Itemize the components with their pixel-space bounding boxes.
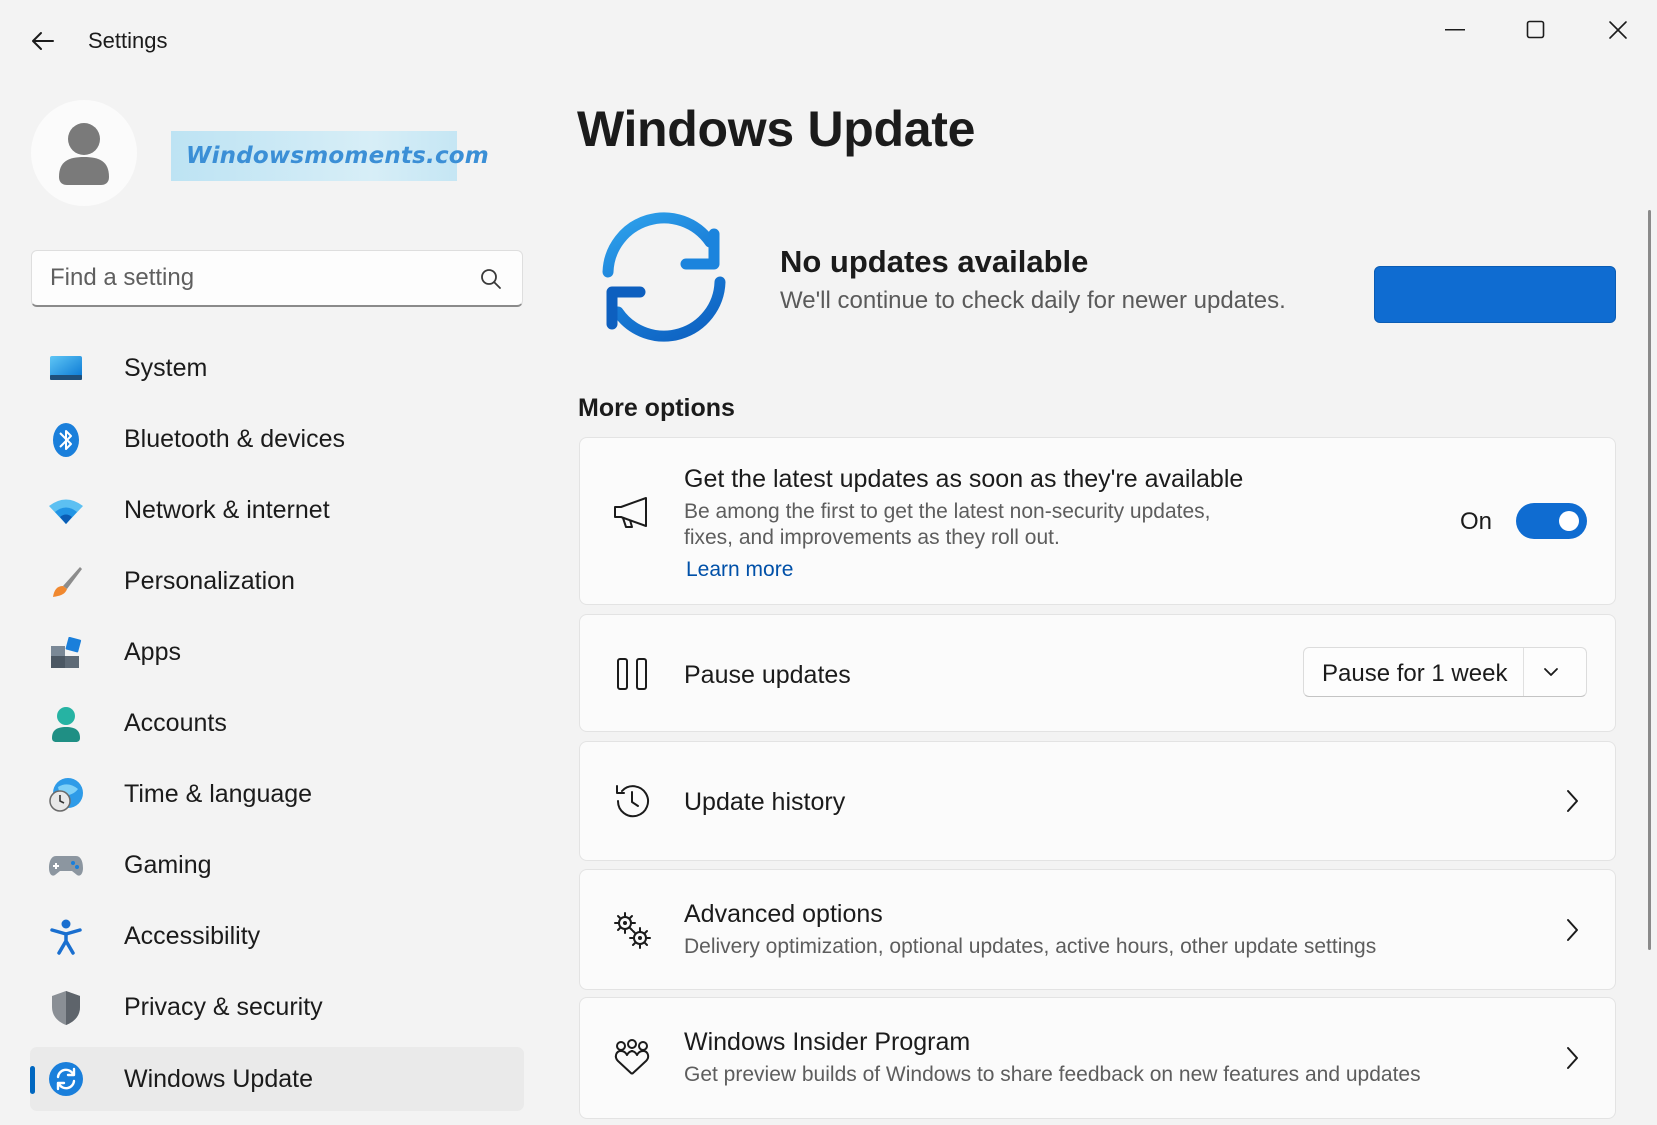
user-silhouette-icon	[59, 123, 109, 185]
latest-updates-desc-line2: fixes, and improvements as they roll out…	[684, 526, 1060, 549]
wifi-icon	[48, 493, 84, 529]
sidebar-item-label: Gaming	[124, 851, 212, 879]
pause-duration-value: Pause for 1 week	[1322, 660, 1508, 687]
sidebar-item-windows-update[interactable]: Windows Update	[30, 1047, 524, 1111]
sidebar-item-label: Windows Update	[124, 1064, 313, 1093]
latest-updates-toggle[interactable]	[1516, 503, 1587, 539]
update-status-sync-icon	[594, 212, 734, 347]
latest-updates-card: Get the latest updates as soon as they'r…	[579, 437, 1616, 605]
app-title: Settings	[88, 28, 168, 53]
chevron-down-icon[interactable]	[1540, 661, 1562, 688]
close-icon	[1609, 21, 1627, 39]
gamepad-icon	[48, 848, 84, 884]
page-title: Windows Update	[577, 101, 976, 157]
advanced-options-card[interactable]: Advanced options Delivery optimization, …	[579, 869, 1616, 990]
sidebar-item-bluetooth[interactable]: Bluetooth & devices	[30, 404, 524, 475]
search-input[interactable]	[50, 264, 470, 292]
sidebar-item-label: Personalization	[124, 567, 295, 595]
sidebar-item-personalization[interactable]: Personalization	[30, 546, 524, 617]
latest-updates-desc-line1: Be among the first to get the latest non…	[684, 500, 1211, 523]
profile-banner: Windowsmoments.com	[171, 131, 489, 181]
minimize-button[interactable]	[1425, 10, 1485, 50]
minimize-icon	[1445, 29, 1465, 31]
more-options-heading: More options	[578, 394, 735, 422]
profile-banner-text: Windowsmoments.com	[186, 143, 489, 169]
chevron-right-icon	[1563, 1045, 1581, 1076]
learn-more-link[interactable]: Learn more	[686, 558, 793, 582]
sidebar-item-label: Apps	[124, 638, 181, 666]
sidebar-item-gaming[interactable]: Gaming	[30, 830, 524, 901]
sidebar-item-apps[interactable]: Apps	[30, 617, 524, 688]
insider-program-title: Windows Insider Program	[684, 1028, 971, 1056]
gears-icon	[610, 908, 654, 952]
bluetooth-icon	[48, 422, 84, 458]
advanced-options-title: Advanced options	[684, 900, 883, 928]
sidebar-item-network[interactable]: Network & internet	[30, 475, 524, 546]
sync-icon	[48, 1061, 84, 1097]
insider-hearts-icon	[610, 1036, 654, 1080]
sidebar-item-label: Accessibility	[124, 922, 261, 950]
sidebar-item-accessibility[interactable]: Accessibility	[30, 901, 524, 972]
sidebar-item-privacy-security[interactable]: Privacy & security	[30, 972, 524, 1043]
monitor-icon	[48, 351, 84, 387]
maximize-button[interactable]	[1506, 10, 1566, 50]
sidebar-item-label: Time & language	[124, 780, 313, 808]
sidebar-item-label: Accounts	[124, 709, 227, 737]
sidebar-item-time-language[interactable]: Time & language	[30, 759, 524, 830]
update-status-subtitle: We'll continue to check daily for newer …	[780, 287, 1286, 314]
pause-updates-card: Pause updates Pause for 1 week	[579, 614, 1616, 732]
shield-icon	[48, 990, 84, 1026]
dropdown-divider	[1523, 648, 1524, 696]
latest-updates-title: Get the latest updates as soon as they'r…	[684, 465, 1244, 493]
megaphone-icon	[610, 490, 654, 534]
check-for-updates-button[interactable]	[1374, 266, 1616, 323]
insider-program-card[interactable]: Windows Insider Program Get preview buil…	[579, 997, 1616, 1119]
insider-program-desc: Get preview builds of Windows to share f…	[684, 1063, 1421, 1086]
back-button[interactable]	[26, 24, 60, 58]
toggle-knob	[1559, 511, 1579, 531]
person-icon	[48, 706, 84, 742]
chevron-right-icon	[1563, 917, 1581, 948]
sidebar-nav: System Bluetooth & devices Network & int…	[30, 333, 524, 1111]
pause-updates-title: Pause updates	[684, 661, 851, 689]
pause-icon	[610, 652, 654, 696]
pause-duration-dropdown[interactable]: Pause for 1 week	[1303, 647, 1587, 697]
update-history-card[interactable]: Update history	[579, 741, 1616, 861]
apps-icon	[48, 635, 84, 671]
sidebar-item-label: Bluetooth & devices	[124, 425, 345, 453]
title-bar: Settings	[0, 0, 1657, 80]
globe-clock-icon	[48, 777, 84, 813]
vertical-scrollbar[interactable]	[1648, 210, 1651, 950]
avatar[interactable]	[31, 100, 137, 206]
paintbrush-icon	[48, 564, 84, 600]
history-icon	[610, 779, 654, 823]
sidebar-item-label: System	[124, 354, 208, 382]
maximize-icon	[1526, 20, 1545, 39]
toggle-state-label: On	[1460, 508, 1493, 535]
search-icon[interactable]	[480, 268, 502, 295]
chevron-right-icon	[1563, 788, 1581, 819]
sidebar-item-label: Network & internet	[124, 496, 330, 524]
search-box[interactable]	[31, 250, 523, 307]
sidebar-item-system[interactable]: System	[30, 333, 524, 404]
close-button[interactable]	[1588, 10, 1648, 50]
sidebar-item-accounts[interactable]: Accounts	[30, 688, 524, 759]
update-history-title: Update history	[684, 788, 846, 816]
back-arrow-icon	[32, 32, 54, 50]
accessibility-icon	[48, 919, 84, 955]
advanced-options-desc: Delivery optimization, optional updates,…	[684, 935, 1377, 958]
sidebar-item-label: Privacy & security	[124, 993, 323, 1021]
update-status-title: No updates available	[780, 244, 1089, 279]
